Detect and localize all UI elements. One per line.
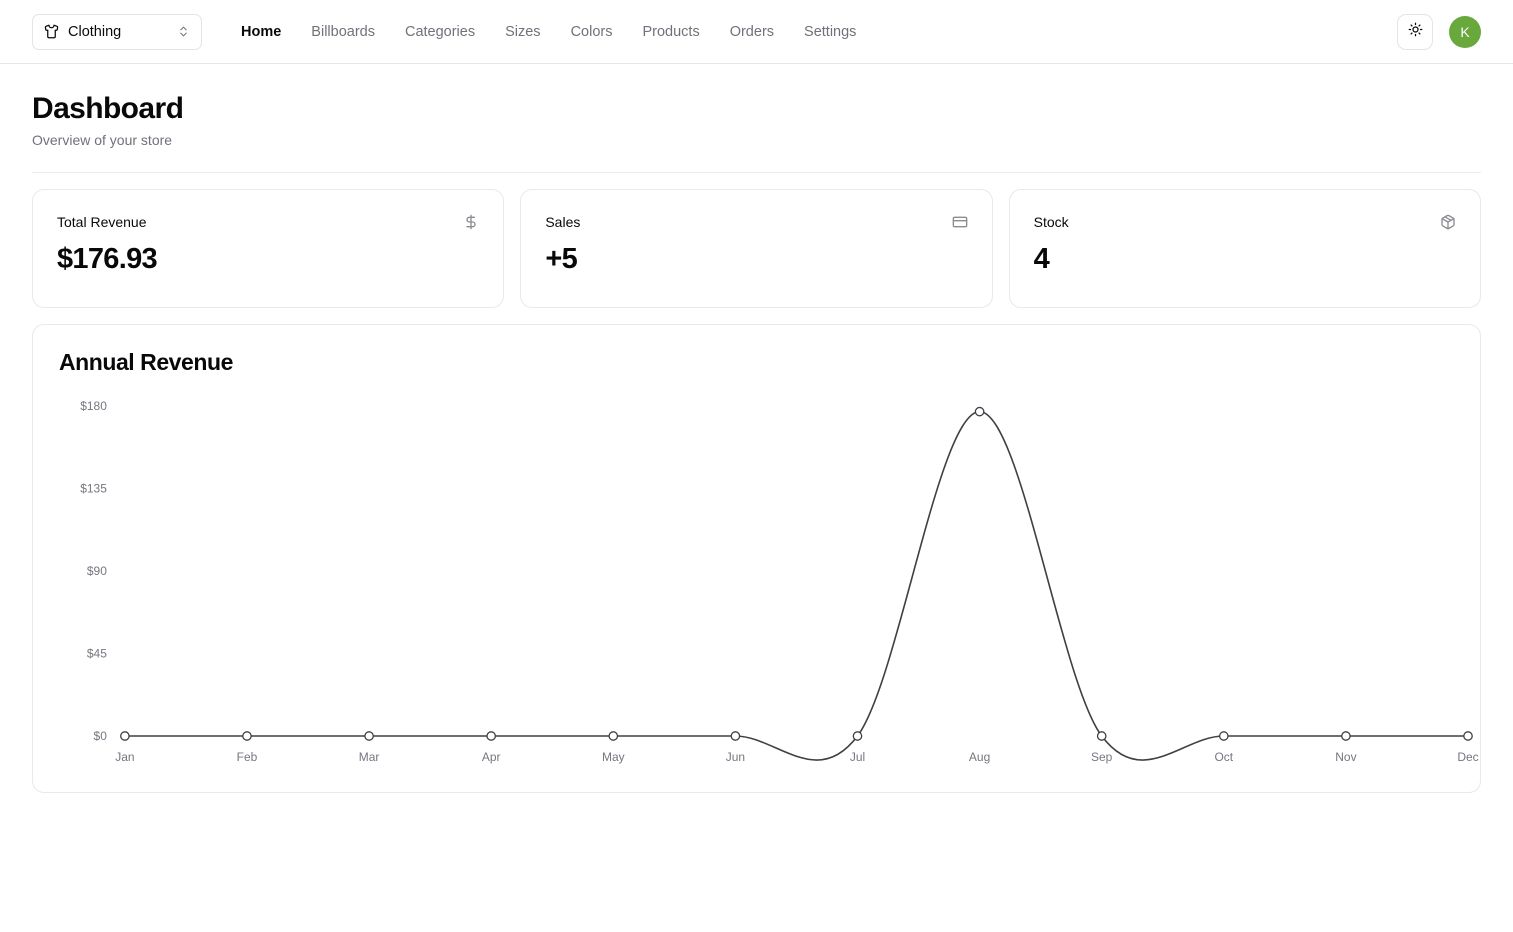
stat-card-header: Sales (545, 214, 967, 230)
theme-toggle-button[interactable] (1397, 13, 1433, 50)
x-axis-tick-label: Jun (726, 750, 745, 764)
chart-data-point[interactable] (1342, 731, 1350, 739)
x-axis-tick-label: Feb (237, 750, 258, 764)
x-axis-tick-label: Sep (1091, 750, 1113, 764)
chart-data-point[interactable] (853, 731, 861, 739)
stat-card-grid: Total Revenue $176.93 Sales +5 Stock 4 (32, 188, 1481, 308)
stat-card-title: Stock (1033, 213, 1069, 230)
nav-item-billboards[interactable]: Billboards (296, 0, 390, 64)
y-axis-tick-label: $0 (94, 729, 108, 743)
nav-item-categories[interactable]: Categories (390, 0, 490, 64)
chevrons-up-down-icon (177, 25, 190, 38)
x-axis-tick-label: Nov (1335, 750, 1356, 764)
y-axis-tick-label: $180 (80, 399, 107, 413)
package-icon (1440, 214, 1456, 230)
chart-data-point[interactable] (243, 731, 251, 739)
header-divider (32, 171, 1481, 173)
annual-revenue-line-chart[interactable]: $0 $45 $90 $135 $180 Jan Feb Mar Apr May Jun Jul Aug… (33, 394, 1480, 774)
page-title: Dashboard (32, 92, 184, 125)
x-axis-tick-label: Oct (1214, 750, 1233, 764)
stat-card-value: $176.93 (57, 242, 158, 275)
chart-data-point[interactable] (1220, 731, 1228, 739)
stat-card-header: Total Revenue (57, 214, 479, 230)
sun-icon (1408, 22, 1423, 42)
x-axis-tick-label: Jan (115, 750, 134, 764)
annual-revenue-card: Annual Revenue $0 $45 $90 $135 $180 Jan Feb Mar… (32, 323, 1481, 793)
nav-item-products[interactable]: Products (627, 0, 714, 64)
chart-line-series (125, 411, 1468, 759)
chart-data-point[interactable] (609, 731, 617, 739)
stat-card-title: Total Revenue (57, 213, 147, 230)
y-axis-tick-label: $45 (87, 646, 107, 660)
x-axis-tick-label: Dec (1457, 750, 1478, 764)
navbar-right-controls: K (1397, 13, 1481, 50)
top-navbar: Clothing Home Billboards Categories Size… (0, 0, 1513, 64)
stat-card-value: +5 (545, 242, 577, 275)
dollar-sign-icon (463, 214, 479, 230)
chart-data-point[interactable] (365, 731, 373, 739)
stat-card-header: Stock (1034, 214, 1456, 230)
nav-item-sizes[interactable]: Sizes (490, 0, 555, 64)
x-axis-tick-label: Apr (482, 750, 501, 764)
x-axis-tick-label: Mar (359, 750, 380, 764)
chart-title: Annual Revenue (59, 348, 233, 375)
x-axis-tick-label: Aug (969, 750, 990, 764)
avatar-initial: K (1460, 23, 1470, 40)
user-avatar[interactable]: K (1449, 15, 1481, 48)
x-axis-tick-label: May (602, 750, 625, 764)
chart-data-point[interactable] (975, 407, 983, 415)
page-header: Dashboard Overview of your store (32, 64, 1481, 162)
nav-item-orders[interactable]: Orders (715, 0, 789, 64)
y-axis-tick-label: $90 (87, 564, 107, 578)
stat-card-value: 4 (1033, 242, 1050, 275)
chart-data-point[interactable] (1464, 731, 1472, 739)
main-navigation: Home Billboards Categories Sizes Colors … (226, 0, 871, 64)
chart-data-point[interactable] (487, 731, 495, 739)
nav-item-colors[interactable]: Colors (556, 0, 628, 64)
store-switcher-label: Clothing (68, 23, 122, 40)
credit-card-icon (952, 214, 968, 230)
stat-card-sales: Sales +5 (520, 188, 993, 308)
chart-data-point[interactable] (731, 731, 739, 739)
y-axis-tick-label: $135 (80, 481, 107, 495)
nav-item-home[interactable]: Home (226, 0, 296, 64)
store-switcher[interactable]: Clothing (32, 13, 202, 50)
stat-card-stock: Stock 4 (1008, 188, 1481, 308)
stat-card-title: Sales (545, 213, 581, 230)
chart-data-point[interactable] (1098, 731, 1106, 739)
page-content: Dashboard Overview of your store Total R… (0, 64, 1513, 793)
chart-data-point[interactable] (121, 731, 129, 739)
nav-item-settings[interactable]: Settings (789, 0, 871, 64)
x-axis-tick-label: Jul (850, 750, 865, 764)
page-subtitle: Overview of your store (32, 131, 173, 148)
stat-card-total-revenue: Total Revenue $176.93 (32, 188, 505, 308)
shirt-icon (44, 24, 59, 39)
chart-container: $0 $45 $90 $135 $180 Jan Feb Mar Apr May Jun Jul Aug… (33, 376, 1480, 792)
